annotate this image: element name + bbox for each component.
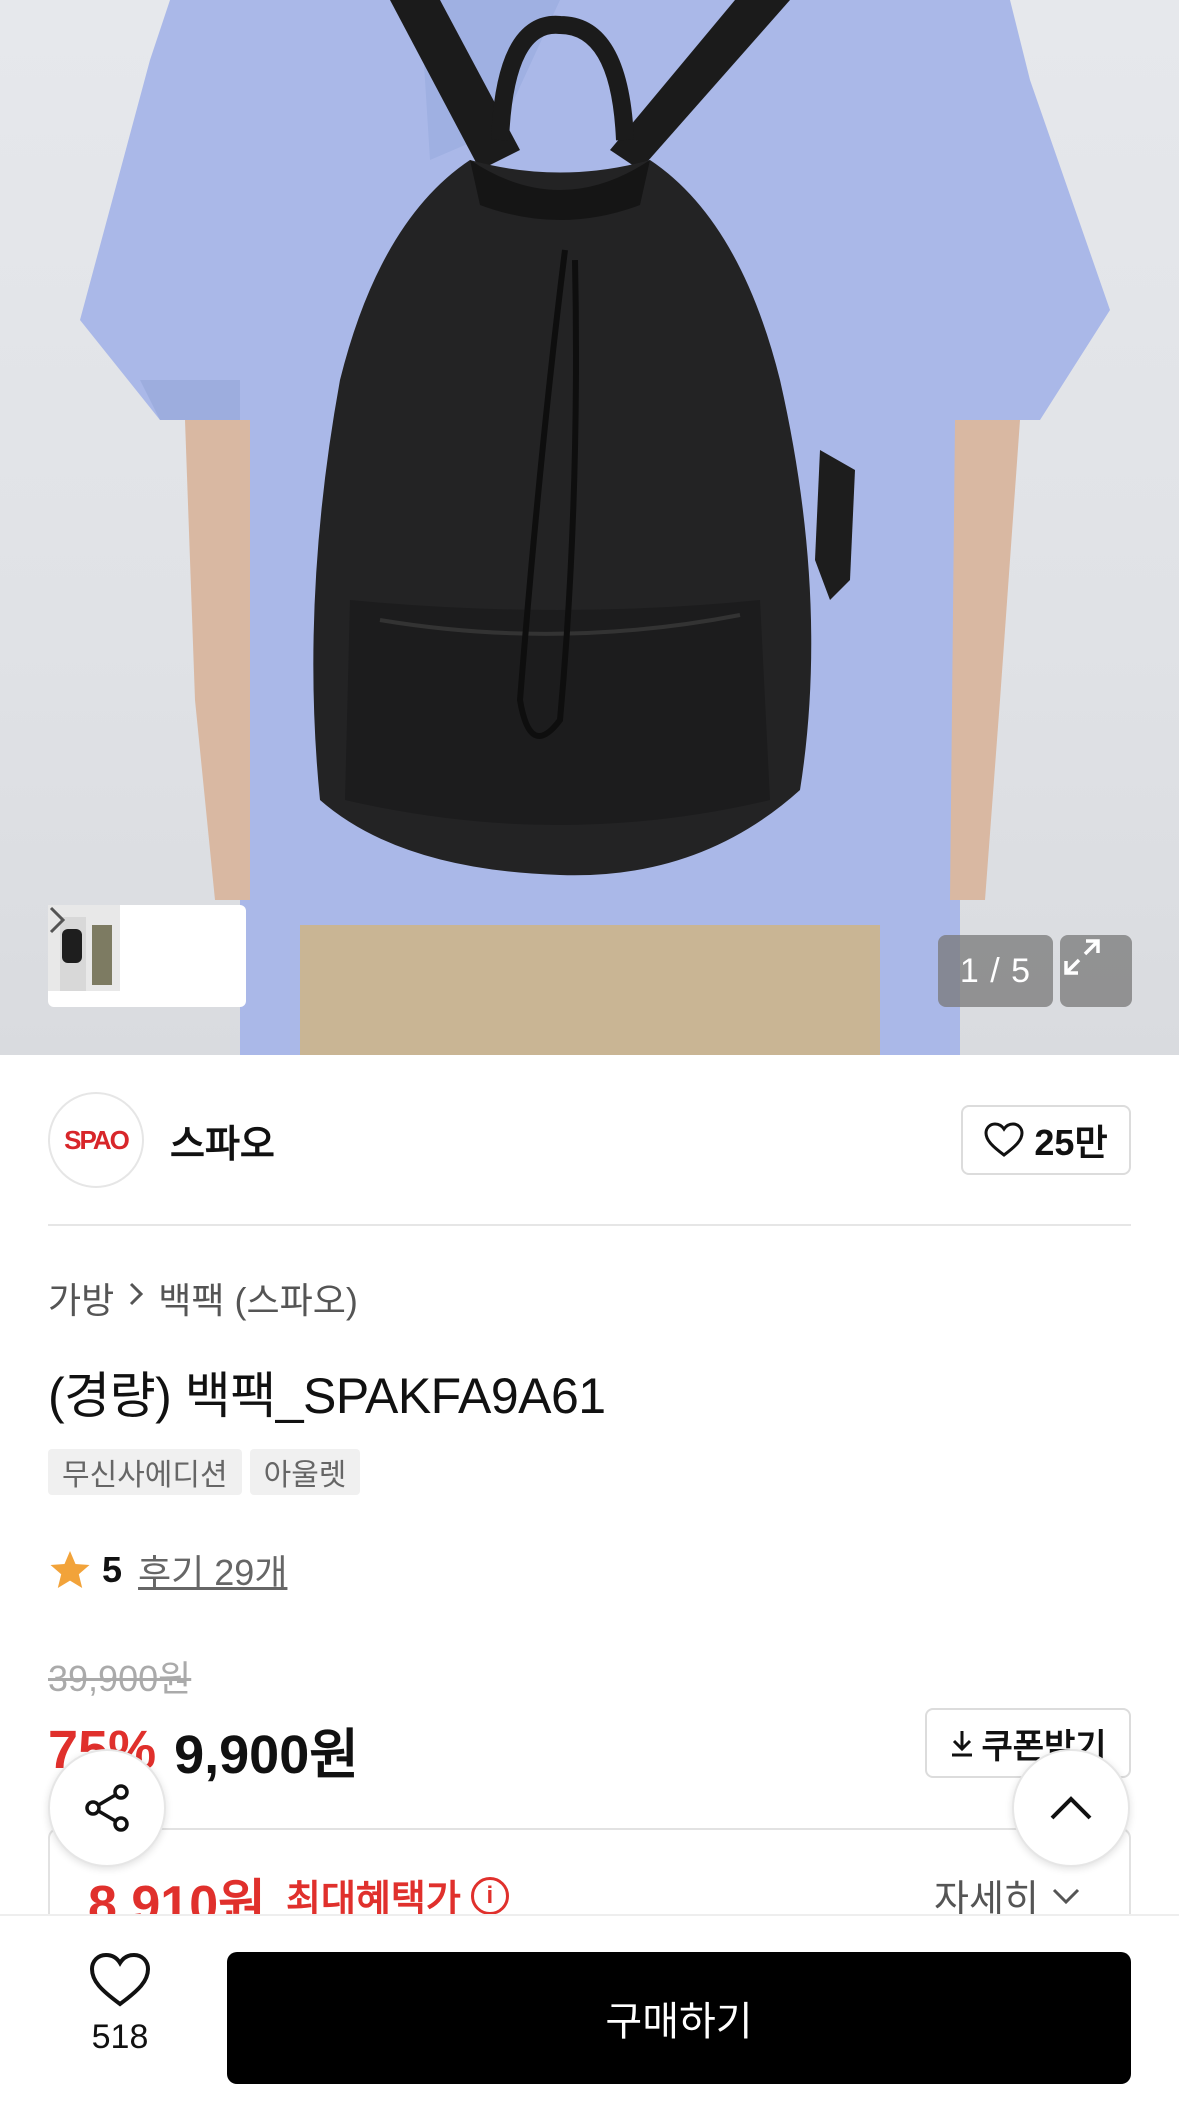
review-count-link[interactable]: 후기 29개 — [138, 1544, 287, 1596]
breadcrumb-category[interactable]: 가방 — [48, 1272, 114, 1324]
brand-like-button[interactable]: 25만 — [961, 1105, 1131, 1175]
chevron-down-icon — [1052, 1888, 1079, 1904]
scroll-top-button[interactable] — [1012, 1749, 1130, 1867]
image-counter: 1 / 5 — [938, 935, 1053, 1007]
product-photo — [80, 0, 1110, 1055]
wishlist-count: 518 — [91, 2018, 149, 2056]
heart-icon — [984, 1122, 1024, 1157]
chevron-up-icon — [1050, 1796, 1092, 1820]
product-title: (경량) 백팩_SPAKFA9A61 — [48, 1368, 606, 1424]
rating: 5 후기 29개 — [48, 1544, 287, 1596]
brand-logo-text: SPAO — [64, 1124, 130, 1155]
original-price: 39,900원 — [48, 1658, 192, 1699]
star-icon — [50, 1551, 90, 1588]
rating-score: 5 — [102, 1549, 123, 1590]
heart-icon — [89, 1952, 151, 2007]
product-tags: 무신사에디션 아울렛 — [48, 1449, 361, 1495]
brand-logo[interactable]: SPAO — [48, 1092, 144, 1188]
share-icon — [85, 1784, 129, 1832]
expand-icon[interactable] — [1060, 935, 1132, 1007]
sale-price: 9,900원 — [174, 1725, 359, 1785]
chevron-right-icon — [128, 1281, 144, 1315]
tag-outlet: 아울렛 — [249, 1449, 361, 1495]
breadcrumb-subcategory[interactable]: 백팩 (스파오) — [158, 1272, 358, 1324]
breadcrumb: 가방 백팩 (스파오) — [48, 1272, 358, 1324]
buy-button[interactable]: 구매하기 — [227, 1952, 1131, 2084]
share-button[interactable] — [48, 1749, 166, 1867]
info-icon[interactable]: i — [470, 1876, 509, 1915]
brand-row[interactable]: SPAO 스파오 25만 — [48, 1090, 1131, 1190]
download-icon — [952, 1731, 973, 1757]
product-image[interactable]: 1 / 5 — [0, 0, 1179, 1055]
thumbnail-strip[interactable] — [48, 905, 246, 1007]
wishlist-button[interactable]: 518 — [70, 1952, 170, 2057]
brand-like-count: 25만 — [1034, 1122, 1108, 1163]
thumbnail-2[interactable] — [48, 905, 204, 999]
divider — [48, 1224, 1131, 1226]
tag-musinsa-edition: 무신사에디션 — [48, 1449, 242, 1495]
brand-name[interactable]: 스파오 — [170, 1113, 275, 1168]
